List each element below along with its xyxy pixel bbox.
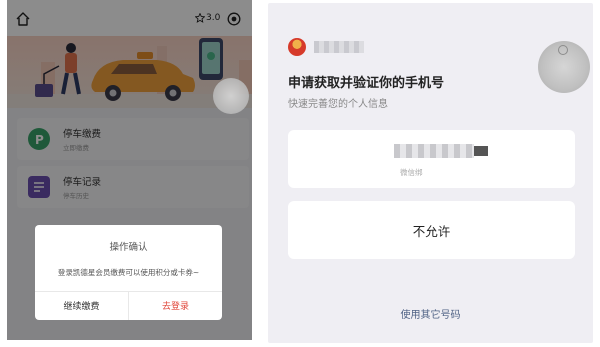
phone-option[interactable]: 微信绑 [288, 130, 575, 188]
floating-assistive-button[interactable] [213, 78, 249, 114]
dialog-title: 操作确认 [109, 242, 148, 253]
auth-title: 申请获取并验证你的手机号 [288, 76, 445, 91]
auth-subtitle: 快速完善您的个人信息 [288, 99, 388, 110]
go-login-button[interactable]: 去登录 [129, 291, 222, 320]
left-screen: 3.0 P 停车缴费 立即缴费 停车记录 停车历史 操作确认 登录凯德星会员缴费… [7, 0, 252, 340]
phone-auth-sheet: 申请获取并验证你的手机号 快速完善您的个人信息 微信绑 不允许 使用其它号码 [268, 3, 593, 343]
deny-label: 不允许 [412, 223, 451, 239]
confirm-dialog: 操作确认 登录凯德星会员缴费可以使用积分或卡券~ 继续缴费 去登录 [35, 225, 222, 320]
continue-pay-button[interactable]: 继续缴费 [35, 291, 128, 320]
app-name-masked [314, 41, 364, 53]
floating-assistive-button[interactable] [538, 41, 590, 93]
app-logo [288, 38, 306, 56]
info-icon [558, 45, 568, 55]
masked-phone-digits [474, 146, 488, 156]
use-other-number-link[interactable]: 使用其它号码 [268, 306, 593, 321]
phone-source-label: 微信绑 [400, 168, 423, 177]
dialog-message: 登录凯德星会员缴费可以使用积分或卡券~ [57, 268, 200, 277]
deny-button[interactable]: 不允许 [288, 201, 575, 259]
masked-phone-number [394, 144, 474, 158]
